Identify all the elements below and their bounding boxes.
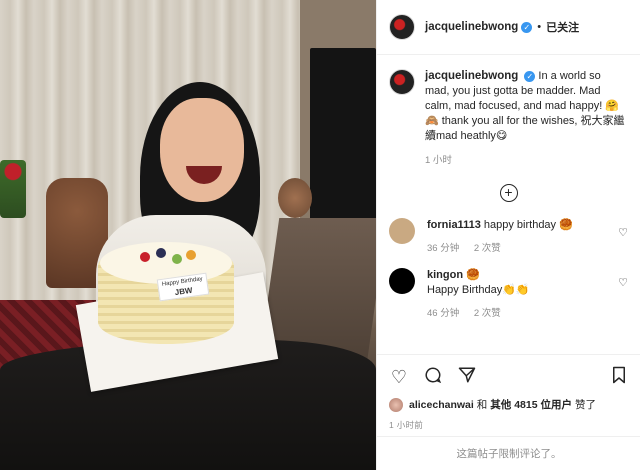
strawberry <box>140 252 150 262</box>
commenter-username[interactable]: fornia1113 <box>427 219 481 231</box>
verified-badge-icon: ✓ <box>521 21 533 33</box>
liker-avatar[interactable] <box>389 397 403 412</box>
comments-limited-notice: 这篇帖子限制评论了。 <box>377 436 640 470</box>
comments-section[interactable]: jacquelinebwong ✓ In a world so mad, you… <box>377 55 640 355</box>
post-view: Happy Birthday JBW jacquelinebwong ✓ • 已… <box>0 0 640 470</box>
post-actions: ♡ alicechanwai 和 其他 4815 位用户 赞了 1 小时前 <box>377 354 640 431</box>
television <box>310 48 376 238</box>
post-side-panel: jacquelinebwong ✓ • 已关注 jacquelinebwong … <box>376 0 640 470</box>
comment-likes[interactable]: 2 次赞 <box>474 308 501 319</box>
orange-slice <box>186 250 196 260</box>
comment-text: Happy Birthday👏👏 <box>427 284 530 296</box>
caption-body: jacquelinebwong ✓ In a world so mad, you… <box>425 69 628 168</box>
likes-suffix: 赞了 <box>575 399 596 411</box>
post-time: 1 小时前 <box>389 420 424 430</box>
post-header: jacquelinebwong ✓ • 已关注 <box>377 0 640 55</box>
separator-dot: • <box>537 21 542 33</box>
comment-icon[interactable] <box>423 366 443 389</box>
comment-time: 36 分钟 <box>427 243 460 254</box>
kiwi <box>172 254 182 264</box>
share-icon[interactable] <box>457 366 477 389</box>
follow-button[interactable]: 已关注 <box>546 19 579 35</box>
commenter-badge: 🥮 <box>466 269 480 281</box>
decor-plant <box>278 178 312 218</box>
comment-body: fornia1113 happy birthday 🥮 36 分钟 2 次赞 <box>427 218 607 256</box>
comment-meta: 46 分钟 2 次赞 <box>427 306 607 321</box>
likes-summary: alicechanwai 和 其他 4815 位用户 赞了 <box>389 397 629 412</box>
author-avatar[interactable] <box>389 14 415 40</box>
caption-username[interactable]: jacquelinebwong <box>425 70 518 82</box>
comment-body: kingon 🥮 Happy Birthday👏👏 46 分钟 2 次赞 <box>427 268 607 321</box>
bookmark-icon[interactable] <box>609 366 629 389</box>
person-face <box>160 98 244 202</box>
action-icons: ♡ <box>389 363 629 391</box>
author-username[interactable]: jacquelinebwong <box>425 21 518 33</box>
comment-item: fornia1113 happy birthday 🥮 36 分钟 2 次赞 ♡ <box>389 218 628 256</box>
caption-avatar[interactable] <box>389 69 415 95</box>
comment-time: 46 分钟 <box>427 308 460 319</box>
comment-text: happy birthday 🥮 <box>483 219 573 231</box>
caption: jacquelinebwong ✓ In a world so mad, you… <box>389 69 628 168</box>
blueberry <box>156 248 166 258</box>
commenter-username[interactable]: kingon <box>427 269 463 281</box>
comment-meta: 36 分钟 2 次赞 <box>427 241 607 256</box>
caption-time: 1 小时 <box>425 155 452 166</box>
comment-item: kingon 🥮 Happy Birthday👏👏 46 分钟 2 次赞 ♡ <box>389 268 628 321</box>
comment-likes[interactable]: 2 次赞 <box>474 243 501 254</box>
likes-connector: 和 <box>476 399 488 411</box>
flower-vase <box>0 160 26 218</box>
commenter-avatar[interactable] <box>389 268 415 294</box>
verified-badge-icon: ✓ <box>524 70 536 82</box>
post-photo[interactable]: Happy Birthday JBW <box>0 0 376 470</box>
likes-others[interactable]: 其他 4815 位用户 <box>490 397 572 412</box>
heart-icon[interactable]: ♡ <box>389 367 409 388</box>
load-more-comments-icon[interactable]: + <box>499 184 518 202</box>
comment-like-heart-icon[interactable]: ♡ <box>618 226 628 239</box>
comment-like-heart-icon[interactable]: ♡ <box>618 276 628 289</box>
commenter-avatar[interactable] <box>389 218 415 244</box>
liker-username[interactable]: alicechanwai <box>409 399 474 411</box>
